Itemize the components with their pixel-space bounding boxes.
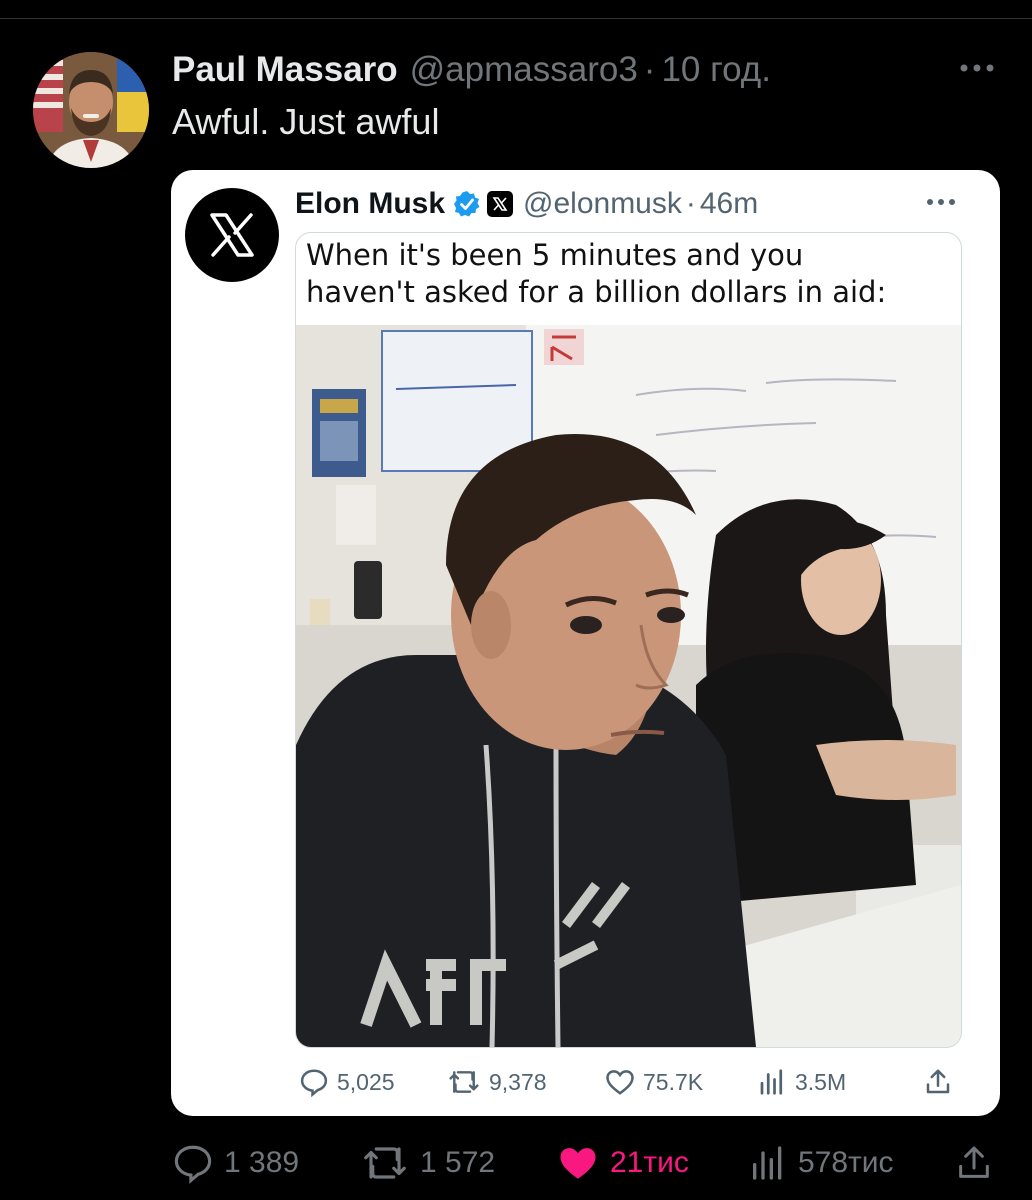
share-upload-icon	[959, 1146, 989, 1178]
meme-photo	[296, 325, 961, 1047]
quoted-repost-count: 9,378	[489, 1068, 547, 1095]
quoted-more-options-button[interactable]	[921, 190, 961, 214]
quoted-share-button[interactable]	[923, 1062, 953, 1102]
repost-button[interactable]: 1 572	[360, 1138, 495, 1188]
meme-caption-line-2: haven't asked for a billion dollars in a…	[306, 275, 887, 309]
verified-badge-icon	[453, 190, 481, 218]
top-divider	[0, 18, 1032, 19]
quoted-author-name[interactable]: Elon Musk	[295, 184, 445, 224]
reply-button[interactable]: 1 389	[172, 1138, 299, 1188]
more-horizontal-icon	[927, 199, 955, 205]
meme-caption: When it's been 5 minutes and you haven't…	[306, 237, 946, 311]
quoted-repost-button[interactable]: 9,378	[447, 1062, 547, 1102]
x-logo-icon	[210, 213, 254, 257]
reply-icon	[300, 1069, 328, 1097]
heart-icon	[606, 1070, 634, 1095]
quoted-reply-button[interactable]: 5,025	[299, 1062, 395, 1102]
quoted-views-button[interactable]: 3.5M	[757, 1062, 846, 1102]
reply-count: 1 389	[224, 1146, 300, 1179]
views-button[interactable]: 578тис	[748, 1138, 894, 1188]
quoted-author-handle[interactable]: @elonmusk	[523, 184, 682, 224]
x-affiliate-badge	[487, 191, 514, 217]
quoted-reply-count: 5,025	[337, 1068, 395, 1095]
share-button[interactable]	[954, 1138, 994, 1188]
post-text: Awful. Just awful	[172, 101, 440, 142]
post-timestamp[interactable]: 10 год.	[661, 48, 771, 92]
quoted-timestamp[interactable]: 46m	[700, 184, 758, 224]
x-logo-icon	[492, 197, 508, 211]
meme-image[interactable]: When it's been 5 minutes and you haven't…	[295, 232, 962, 1048]
quoted-post-card[interactable]: Elon Musk @elonmusk · 46m When it's been…	[171, 170, 1000, 1116]
views-bar-chart-icon	[753, 1146, 782, 1180]
like-button[interactable]: 21тис	[556, 1138, 689, 1188]
more-horizontal-icon	[960, 64, 994, 72]
repost-icon	[364, 1147, 406, 1179]
author-handle[interactable]: @apmassaro3	[410, 48, 638, 92]
share-upload-icon	[926, 1069, 950, 1094]
post-header: Paul Massaro @apmassaro3 · 10 год.	[172, 48, 771, 92]
views-count: 578тис	[798, 1146, 894, 1179]
repost-icon	[449, 1071, 479, 1093]
like-count: 21тис	[610, 1146, 689, 1179]
heart-icon	[560, 1148, 596, 1179]
quoted-author-avatar[interactable]	[185, 188, 279, 282]
views-bar-chart-icon	[760, 1069, 783, 1095]
post-action-bar: 1 389 1 572 21тис 578тис	[0, 1138, 1032, 1188]
quoted-post-header: Elon Musk @elonmusk · 46m	[295, 184, 758, 224]
reply-icon	[174, 1145, 212, 1184]
meme-caption-line-1: When it's been 5 minutes and you	[306, 238, 804, 272]
quoted-like-count: 75.7K	[643, 1068, 704, 1095]
author-avatar[interactable]	[33, 52, 149, 168]
quoted-views-count: 3.5M	[795, 1068, 847, 1095]
more-options-button[interactable]	[955, 54, 999, 82]
quoted-header-separator: ·	[685, 187, 696, 220]
repost-count: 1 572	[420, 1146, 496, 1179]
author-name[interactable]: Paul Massaro	[172, 48, 398, 92]
quoted-action-bar: 5,025 9,378 75.7K 3.5M	[295, 1062, 965, 1102]
header-separator: ·	[643, 50, 656, 89]
quoted-like-button[interactable]: 75.7K	[605, 1062, 703, 1102]
